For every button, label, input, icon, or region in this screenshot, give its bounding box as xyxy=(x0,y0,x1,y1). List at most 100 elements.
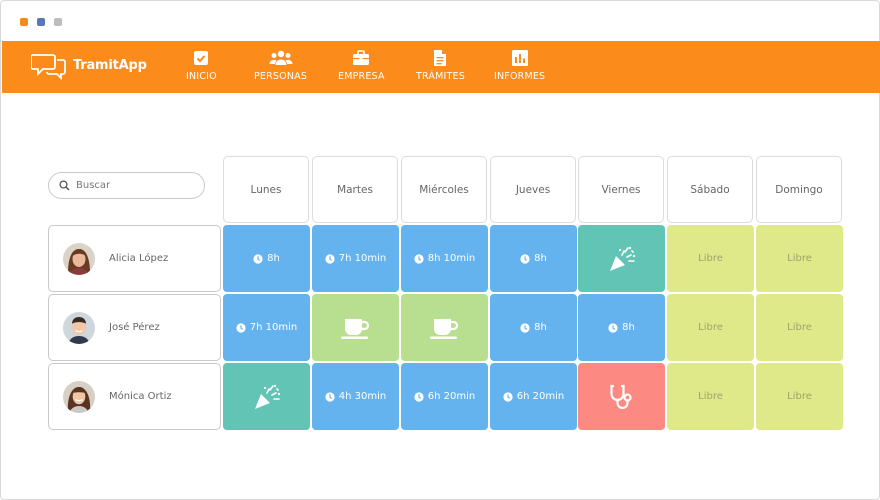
day-header-domingo: Domingo xyxy=(756,156,842,223)
day-label: Jueves xyxy=(515,183,551,196)
shift-duration: 8h xyxy=(622,322,635,333)
nav-label: PERSONAS xyxy=(254,71,308,82)
briefcase-icon xyxy=(353,50,370,65)
clock-icon xyxy=(608,322,618,333)
shift-free-label: Libre xyxy=(698,391,723,402)
search-input[interactable] xyxy=(76,180,186,191)
clock-icon xyxy=(520,253,530,264)
shift-cell[interactable]: 4h 30min xyxy=(312,363,399,430)
day-header-sabado: Sábado xyxy=(667,156,753,223)
shift-free-label: Libre xyxy=(698,322,723,333)
shift-duration: 7h 10min xyxy=(249,322,298,333)
shift-duration: 4h 30min xyxy=(338,391,387,402)
clock-icon xyxy=(503,391,513,402)
shift-duration: 8h 10min xyxy=(427,253,476,264)
shift-duration: 8h xyxy=(267,253,280,264)
party-popper-icon xyxy=(609,246,635,271)
shift-cell[interactable]: Libre xyxy=(756,294,843,361)
shift-cell[interactable]: 8h xyxy=(490,225,577,292)
coffee-cup-icon xyxy=(429,318,458,339)
check-square-icon xyxy=(194,51,209,65)
shift-free-label: Libre xyxy=(698,253,723,264)
document-icon xyxy=(434,50,447,66)
nav-inicio[interactable]: INICIO xyxy=(186,49,217,82)
shift-cell[interactable]: Libre xyxy=(756,225,843,292)
day-label: Martes xyxy=(337,183,373,196)
day-label: Sábado xyxy=(690,183,730,196)
nav-tramites[interactable]: TRÁMITES xyxy=(416,49,465,82)
day-header-viernes: Viernes xyxy=(578,156,664,223)
day-label: Viernes xyxy=(601,183,641,196)
employee-row-monica[interactable]: Mónica Ortiz xyxy=(48,363,221,430)
day-header-martes: Martes xyxy=(312,156,398,223)
day-header-lunes: Lunes xyxy=(223,156,309,223)
clock-icon xyxy=(414,391,424,402)
bar-chart-icon xyxy=(511,50,528,66)
shift-cell[interactable]: Libre xyxy=(756,363,843,430)
search-icon xyxy=(59,180,70,191)
day-label: Lunes xyxy=(250,183,282,196)
employee-name: Alicia López xyxy=(109,253,169,264)
day-label: Domingo xyxy=(775,183,823,196)
nav-empresa[interactable]: EMPRESA xyxy=(338,49,385,82)
nav-personas[interactable]: PERSONAS xyxy=(254,49,307,82)
shift-cell[interactable]: 6h 20min xyxy=(401,363,488,430)
shift-cell[interactable]: Libre xyxy=(667,294,754,361)
window-dot-1[interactable] xyxy=(20,18,28,26)
day-header-miercoles: Miércoles xyxy=(401,156,487,223)
nav-label: EMPRESA xyxy=(338,71,385,82)
avatar xyxy=(63,242,95,275)
window-controls xyxy=(20,18,62,26)
search-box xyxy=(48,172,205,199)
party-popper-icon xyxy=(254,384,280,409)
shift-cell[interactable]: Libre xyxy=(667,225,754,292)
clock-icon xyxy=(520,322,530,333)
clock-icon xyxy=(414,253,424,264)
employee-name: Mónica Ortiz xyxy=(109,391,172,402)
shift-cell[interactable]: Libre xyxy=(667,363,754,430)
shift-cell[interactable] xyxy=(223,363,310,430)
shift-cell[interactable]: 7h 10min xyxy=(223,294,310,361)
shift-cell[interactable]: 8h xyxy=(578,294,665,361)
shift-cell[interactable] xyxy=(401,294,488,361)
brand-logo[interactable]: TramitApp xyxy=(31,50,147,80)
nav-label: INFORMES xyxy=(494,71,546,82)
users-icon xyxy=(269,50,293,65)
shift-duration: 8h xyxy=(534,322,547,333)
top-navbar: TramitApp INICIO PERSONAS EMPRESA TRÁMIT… xyxy=(2,41,880,93)
day-label: Miércoles xyxy=(419,183,469,196)
shift-cell[interactable]: 8h xyxy=(223,225,310,292)
shift-duration: 6h 20min xyxy=(427,391,476,402)
speech-bubbles-icon xyxy=(31,54,66,80)
app-window: TramitApp INICIO PERSONAS EMPRESA TRÁMIT… xyxy=(0,0,880,500)
window-dot-3[interactable] xyxy=(54,18,62,26)
avatar xyxy=(63,311,95,344)
shift-cell[interactable] xyxy=(312,294,399,361)
shift-cell[interactable]: 8h 10min xyxy=(401,225,488,292)
stethoscope-icon xyxy=(609,384,632,409)
shift-cell[interactable]: 8h xyxy=(490,294,577,361)
window-dot-2[interactable] xyxy=(37,18,45,26)
brand-name: TramitApp xyxy=(73,57,147,73)
shift-free-label: Libre xyxy=(787,322,812,333)
clock-icon xyxy=(253,253,263,264)
shift-cell[interactable]: 6h 20min xyxy=(490,363,577,430)
employee-name: José Pérez xyxy=(109,322,160,333)
employee-row-alicia[interactable]: Alicia López xyxy=(48,225,221,292)
clock-icon xyxy=(236,322,246,333)
shift-duration: 8h xyxy=(534,253,547,264)
shift-free-label: Libre xyxy=(787,391,812,402)
shift-duration: 6h 20min xyxy=(516,391,565,402)
day-header-jueves: Jueves xyxy=(490,156,576,223)
shift-cell[interactable] xyxy=(578,225,665,292)
nav-label: TRÁMITES xyxy=(416,71,465,82)
shift-cell[interactable]: 7h 10min xyxy=(312,225,399,292)
shift-cell[interactable] xyxy=(578,363,665,430)
nav-label: INICIO xyxy=(186,71,217,82)
avatar xyxy=(63,380,95,413)
shift-free-label: Libre xyxy=(787,253,812,264)
nav-informes[interactable]: INFORMES xyxy=(494,49,545,82)
clock-icon xyxy=(325,253,335,264)
employee-row-jose[interactable]: José Pérez xyxy=(48,294,221,361)
shift-duration: 7h 10min xyxy=(338,253,387,264)
